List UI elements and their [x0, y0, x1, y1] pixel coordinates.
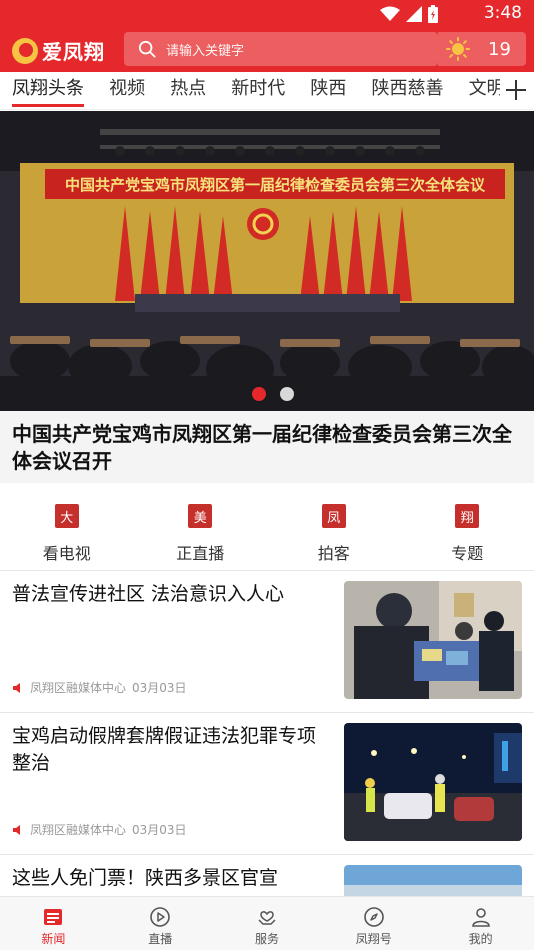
banner-photo: 中国共产党宝鸡市凤翔区第一届纪律检查委员会第三次全体会议	[0, 111, 534, 411]
news-title[interactable]: 宝鸡启动假牌套牌假证违法犯罪专项整治	[12, 723, 328, 777]
wifi-icon	[380, 6, 400, 21]
banner-headline-text[interactable]: 中国共产党宝鸡市凤翔区第一届纪律检查委员会第三次全体会议召开	[12, 421, 522, 475]
quick-entry-tv[interactable]: 大 看电视	[0, 490, 134, 570]
compass-icon	[363, 907, 384, 927]
nav-label: 凤翔号	[355, 932, 392, 946]
live-seal-icon: 美	[188, 504, 213, 528]
nav-label: 我的	[468, 932, 493, 946]
tv-seal-icon: 大	[54, 504, 79, 528]
app-header: 3:48 爱凤翔 请输入关键字 19	[0, 0, 534, 72]
app-screen: 3:48 爱凤翔 请输入关键字 19 凤翔头条 视频 热点 新时代 陕西 陕西慈…	[0, 0, 534, 950]
tab-shaanxi-charity[interactable]: 陕西慈善	[371, 72, 443, 106]
news-title[interactable]: 这些人免门票！陕西多景区官宣	[12, 865, 328, 892]
logo-mark-icon	[12, 37, 38, 64]
quick-entry-label: 看电视	[42, 544, 91, 563]
logo-text: 爱凤翔	[42, 40, 105, 64]
banner-slogan: 中国共产党宝鸡市凤翔区第一届纪律检查委员会第三次全体会议	[65, 176, 486, 194]
nav-profile[interactable]: 我的	[427, 897, 534, 950]
news-source: 凤翔区融媒体中心	[30, 681, 127, 695]
tab-video[interactable]: 视频	[109, 72, 145, 106]
news-thumbnail[interactable]	[344, 581, 522, 699]
news-thumbnail-image	[344, 581, 522, 699]
quick-entry-label: 正直播	[176, 544, 225, 563]
nav-live[interactable]: 直播	[107, 897, 214, 950]
carousel-dots	[252, 387, 294, 401]
nav-service[interactable]: 服务	[214, 897, 321, 950]
play-icon	[150, 907, 170, 927]
carousel-dot[interactable]	[280, 387, 294, 401]
signal-icon	[406, 6, 422, 22]
sun-icon	[446, 37, 470, 61]
status-bar: 3:48	[0, 0, 534, 28]
news-thumbnail-image	[344, 723, 522, 841]
nav-fengxiang-hao[interactable]: 凤翔号	[320, 897, 427, 950]
profile-icon	[471, 908, 490, 927]
quick-entries: 大 看电视 美 正直播 凤 拍客 翔 专题	[0, 490, 534, 570]
search-icon	[138, 40, 156, 58]
news-title[interactable]: 普法宣传进社区 法治意识入人心	[12, 581, 328, 608]
news-date: 03月03日	[132, 681, 187, 695]
tab-civilization[interactable]: 文明	[469, 72, 500, 106]
nav-news[interactable]: 新闻	[0, 897, 107, 950]
news-source: 凤翔区融媒体中心	[30, 823, 127, 837]
tab-hot[interactable]: 热点	[170, 72, 206, 106]
topics-seal-icon: 翔	[455, 504, 480, 528]
quick-entry-live[interactable]: 美 正直播	[134, 490, 268, 570]
status-icons	[380, 5, 438, 23]
search-placeholder[interactable]: 请输入关键字	[166, 40, 244, 59]
news-icon	[44, 909, 63, 925]
battery-icon	[428, 5, 438, 23]
search-bar[interactable]: 请输入关键字	[124, 32, 438, 66]
quick-entry-label: 拍客	[317, 544, 350, 563]
carousel-dot[interactable]	[252, 387, 266, 401]
news-item[interactable]: 普法宣传进社区 法治意识入人心 凤翔区融媒体中心 03月03日	[0, 570, 534, 712]
news-date: 03月03日	[132, 823, 187, 837]
tab-new-era[interactable]: 新时代	[231, 72, 285, 106]
paike-seal-icon: 凤	[321, 504, 346, 528]
quick-entry-topics[interactable]: 翔 专题	[401, 490, 534, 570]
service-icon	[258, 911, 276, 925]
banner-headline[interactable]: 中国共产党宝鸡市凤翔区第一届纪律检查委员会第三次全体会议召开	[0, 411, 534, 483]
news-meta: 凤翔区融媒体中心 03月03日	[12, 821, 187, 838]
speaker-icon[interactable]	[12, 682, 24, 694]
bottom-nav: 新闻 直播 服务 凤翔号 我的	[0, 896, 534, 950]
tab-headlines[interactable]: 凤翔头条	[12, 72, 84, 107]
nav-label: 新闻	[41, 932, 66, 946]
add-channel-icon[interactable]	[504, 78, 528, 102]
news-meta: 凤翔区融媒体中心 03月03日	[12, 679, 187, 696]
channel-tabs: 凤翔头条 视频 热点 新时代 陕西 陕西慈善 文明	[0, 72, 534, 110]
nav-label: 服务	[254, 932, 279, 946]
news-item[interactable]: 宝鸡启动假牌套牌假证违法犯罪专项整治 凤翔区融媒体中心 03月03日	[0, 712, 534, 854]
app-logo[interactable]: 爱凤翔	[12, 36, 105, 65]
channel-tabs-scroll[interactable]: 凤翔头条 视频 热点 新时代 陕西 陕西慈善 文明	[0, 72, 500, 110]
speaker-icon[interactable]	[12, 824, 24, 836]
tab-shaanxi[interactable]: 陕西	[310, 72, 346, 106]
news-thumbnail[interactable]	[344, 723, 522, 841]
headline-banner[interactable]: 中国共产党宝鸡市凤翔区第一届纪律检查委员会第三次全体会议	[0, 111, 534, 411]
status-time: 3:48	[483, 3, 522, 23]
nav-label: 直播	[148, 932, 173, 946]
weather-temperature: 19	[488, 38, 511, 60]
weather-widget[interactable]: 19	[438, 32, 526, 66]
quick-entry-paike[interactable]: 凤 拍客	[267, 490, 401, 570]
quick-entry-label: 专题	[451, 544, 484, 563]
